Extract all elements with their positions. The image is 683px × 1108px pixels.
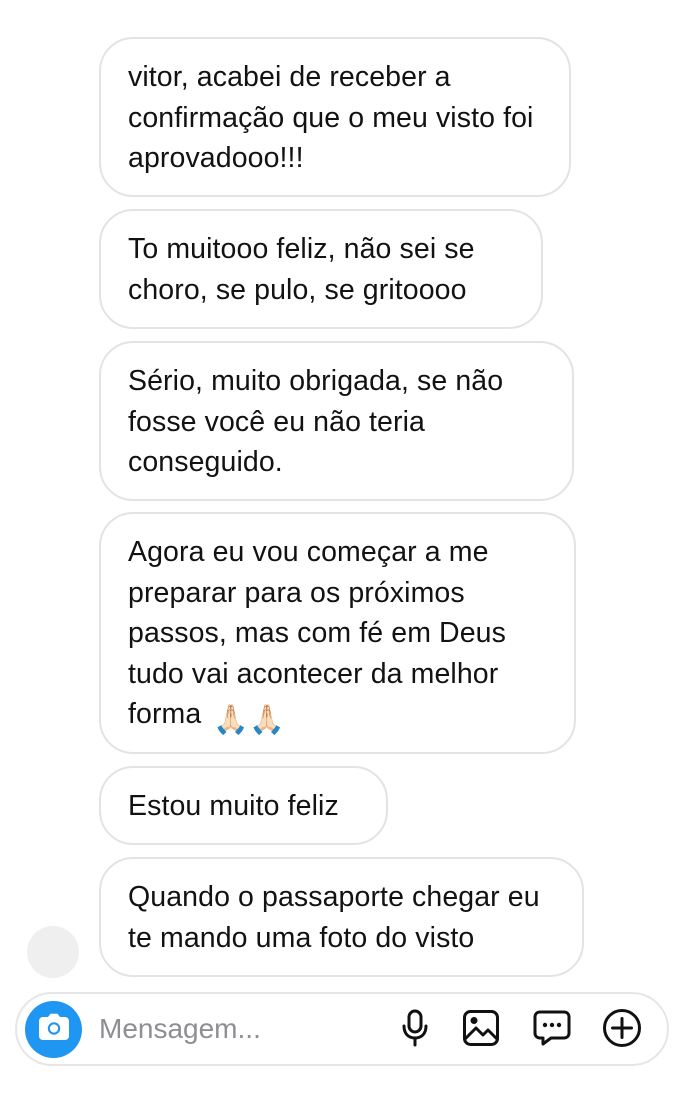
microphone-button[interactable] [394,1009,436,1051]
sender-avatar [27,926,79,978]
more-options-button[interactable] [601,1008,643,1053]
microphone-icon [400,1009,430,1052]
incoming-message-bubble[interactable]: Sério, muito obrigada, se não fosse você… [99,341,574,501]
incoming-message-bubble[interactable]: Estou muito feliz [99,766,388,845]
incoming-message-bubble[interactable]: Agora eu vou começar a me preparar para … [99,512,576,754]
gallery-icon [462,1009,500,1052]
message-composer [15,992,669,1066]
message-text: Quando o passaporte chegar eu te mando u… [128,881,540,954]
incoming-message-bubble[interactable]: To muitooo feliz, não sei se choro, se p… [99,209,543,329]
message-text: Agora eu vou começar a me preparar para … [128,536,506,730]
incoming-message-bubble[interactable]: vitor, acabei de receber a confirmação q… [99,37,571,197]
gallery-button[interactable] [460,1009,502,1051]
message-text: Sério, muito obrigada, se não fosse você… [128,365,504,478]
camera-icon [38,1013,70,1046]
message-text: vitor, acabei de receber a confirmação q… [128,61,534,174]
message-input[interactable] [99,1006,369,1052]
sticker-button[interactable] [531,1009,573,1051]
praying-hands-emoji: 🙏🏻🙏🏻 [213,704,285,736]
message-text: To muitooo feliz, não sei se choro, se p… [128,233,475,306]
message-text: Estou muito feliz [128,790,339,822]
camera-button[interactable] [25,1001,82,1058]
conversation: vitor, acabei de receber a confirmação q… [0,0,683,990]
incoming-message-bubble[interactable]: Quando o passaporte chegar eu te mando u… [99,857,584,977]
sticker-icon [532,1008,572,1053]
plus-circle-icon [602,1008,642,1053]
